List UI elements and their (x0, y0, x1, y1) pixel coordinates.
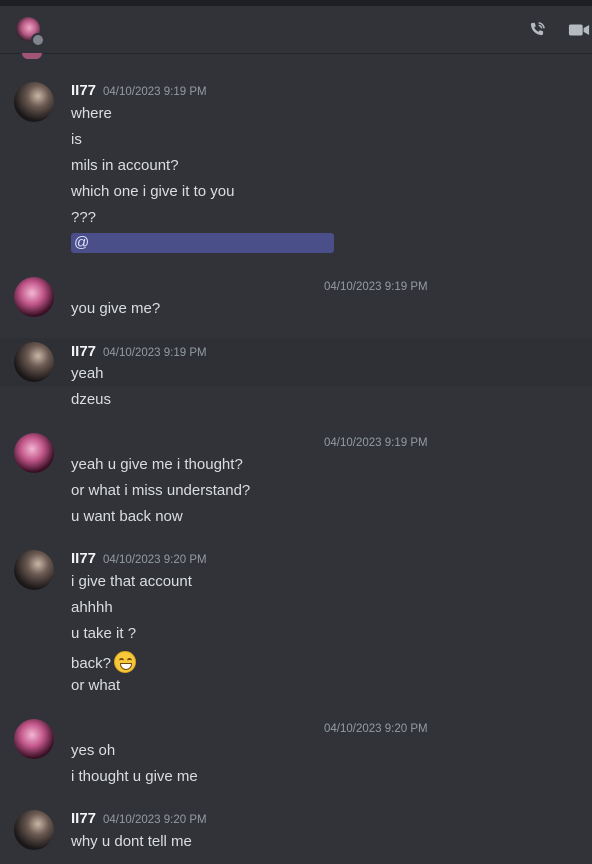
message-timestamp: 04/10/2023 9:19 PM (324, 437, 428, 449)
message-group: 04/10/2023 9:19 PM you give me? (0, 271, 592, 331)
message-group: II77 04/10/2023 9:20 PM i give that acco… (0, 544, 592, 704)
username[interactable]: II77 (71, 343, 96, 360)
message-continuation: dzeus (0, 386, 592, 412)
avatar[interactable] (14, 342, 54, 382)
message-text: why u dont tell me (71, 833, 192, 850)
message-text: i give that account (71, 573, 192, 590)
avatar[interactable] (14, 433, 54, 473)
message-text: you give me? (71, 300, 161, 317)
avatar[interactable] (14, 810, 54, 850)
message-text: mils in account? (71, 157, 179, 174)
message-group: 04/10/2023 9:20 PM yes oh i thought u gi… (0, 713, 592, 793)
message-timestamp: 04/10/2023 9:20 PM (103, 814, 207, 826)
message-group: II77 04/10/2023 9:19 PM where is mils in… (0, 76, 592, 261)
message-text: or what (71, 677, 121, 694)
message-text: dzeus (71, 391, 112, 408)
message-text-inline: back? (71, 655, 112, 672)
avatar[interactable] (14, 277, 54, 317)
message-timestamp: 04/10/2023 9:19 PM (324, 281, 428, 293)
status-indicator (31, 33, 45, 47)
dm-header (0, 6, 592, 54)
message-group: II77 04/10/2023 9:20 PM why u dont tell … (0, 804, 592, 864)
grinning-face-emoji (114, 651, 137, 673)
message-timestamp: 04/10/2023 9:20 PM (103, 554, 207, 566)
message-text: i thought u give me (71, 768, 198, 785)
message-timestamp: 04/10/2023 9:20 PM (324, 723, 428, 735)
message-text: which one i give it to you (71, 183, 235, 200)
message-timestamp: 04/10/2023 9:19 PM (103, 86, 207, 98)
avatar[interactable] (14, 82, 54, 122)
previous-message-avatar-edge (22, 53, 42, 59)
avatar[interactable] (14, 550, 54, 590)
phone-call-icon[interactable] (526, 20, 548, 40)
video-camera-icon[interactable] (568, 20, 590, 40)
message-group: 04/10/2023 9:19 PM yeah u give me i thou… (0, 427, 592, 532)
username[interactable]: II77 (71, 550, 96, 567)
message-text: ??? (71, 209, 97, 226)
message-text: ahhhh (71, 599, 113, 616)
username[interactable]: II77 (71, 82, 96, 99)
message-text: u want back now (71, 508, 183, 525)
message-text: is (71, 131, 82, 148)
message-text: yeah u give me i thought? (71, 456, 243, 473)
message-group: II77 04/10/2023 9:19 PM yeah (0, 338, 592, 386)
message-text: or what i miss understand? (71, 482, 251, 499)
message-text: where (71, 105, 112, 122)
message-text: yeah (71, 365, 104, 382)
message-text: back? (71, 651, 137, 673)
message-text: yes oh (71, 742, 116, 759)
message-text: u take it ? (71, 625, 137, 642)
message-timestamp: 04/10/2023 9:19 PM (103, 347, 207, 359)
username[interactable]: II77 (71, 810, 96, 827)
avatar[interactable] (14, 719, 54, 759)
user-mention[interactable]: @ (71, 233, 334, 253)
